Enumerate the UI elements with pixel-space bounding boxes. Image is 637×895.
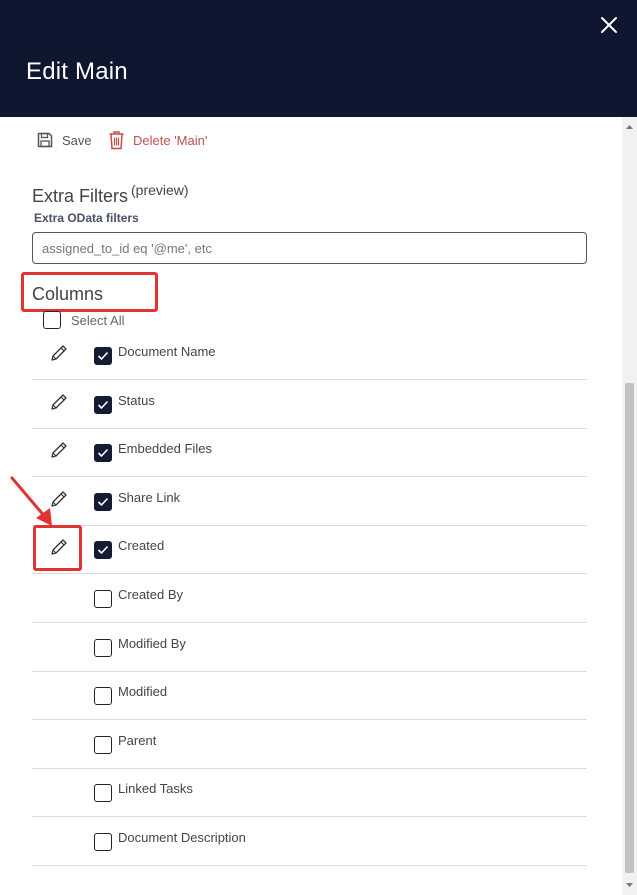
trash-icon — [109, 131, 124, 150]
extra-filters-heading: Extra Filters (preview) — [32, 182, 189, 207]
delete-button[interactable]: Delete 'Main' — [108, 128, 207, 152]
column-row: Parent — [32, 721, 587, 769]
pencil-icon[interactable] — [49, 343, 69, 363]
column-row: Created By — [32, 575, 587, 623]
column-label: Modified — [118, 684, 168, 700]
select-all-label: Select All — [71, 312, 125, 328]
annotation-arrow-icon — [10, 476, 52, 526]
column-label: Parent — [118, 732, 157, 748]
delete-label: Delete 'Main' — [133, 132, 208, 148]
column-label: Linked Tasks — [118, 781, 193, 797]
column-label: Embedded Files — [118, 441, 212, 457]
column-row: Share Link — [32, 478, 587, 526]
column-checkbox[interactable] — [94, 833, 112, 851]
column-row: Linked Tasks — [32, 769, 587, 818]
odata-filters-placeholder: assigned_to_id eq '@me', etc — [42, 240, 212, 256]
preview-tag: (preview) — [131, 182, 189, 198]
odata-filters-label: Extra OData filters — [34, 211, 139, 225]
column-checkbox[interactable] — [94, 687, 112, 706]
column-row: Embedded Files — [32, 429, 587, 478]
column-label: Status — [118, 392, 155, 408]
column-checkbox[interactable] — [94, 395, 112, 414]
column-row: Document Name — [32, 332, 587, 380]
column-checkbox[interactable] — [94, 735, 112, 754]
column-row: Modified — [32, 672, 587, 721]
save-icon — [37, 132, 53, 148]
column-checkbox[interactable] — [94, 347, 112, 365]
column-row: Created — [32, 526, 587, 575]
extra-filters-title: Extra Filters — [32, 186, 129, 206]
scroll-up-icon — [626, 125, 633, 129]
column-label: Document Name — [118, 344, 216, 359]
dialog-title: Edit Main — [26, 58, 128, 85]
scroll-down-icon — [626, 883, 633, 887]
odata-filters-input[interactable]: assigned_to_id eq '@me', etc — [32, 232, 587, 264]
column-row: Document Description — [32, 818, 587, 866]
column-label: Share Link — [118, 489, 181, 505]
column-label: Created — [118, 538, 165, 554]
scrollbar[interactable] — [622, 117, 637, 895]
select-all-box[interactable] — [43, 311, 61, 329]
column-checkbox[interactable] — [94, 492, 112, 511]
pencil-icon[interactable] — [49, 440, 69, 460]
column-checkbox[interactable] — [94, 784, 112, 803]
column-label: Modified By — [118, 635, 186, 651]
column-checkbox[interactable] — [94, 444, 112, 463]
pencil-icon[interactable] — [49, 392, 69, 412]
column-row: Modified By — [32, 624, 587, 672]
select-all-checkbox[interactable]: Select All — [43, 311, 124, 329]
column-checkbox[interactable] — [94, 638, 112, 657]
annotation-highlight-columns — [21, 272, 158, 312]
save-button[interactable]: Save — [36, 128, 92, 152]
close-icon — [601, 17, 617, 33]
close-button[interactable] — [596, 12, 622, 38]
dialog-header: Edit Main — [0, 0, 637, 117]
column-checkbox[interactable] — [94, 541, 112, 560]
scrollbar-thumb[interactable] — [625, 383, 634, 873]
save-label: Save — [62, 132, 92, 148]
column-label: Created By — [118, 587, 184, 602]
column-checkbox[interactable] — [94, 590, 112, 608]
column-label: Document Description — [118, 830, 246, 845]
column-row: Status — [32, 381, 587, 429]
